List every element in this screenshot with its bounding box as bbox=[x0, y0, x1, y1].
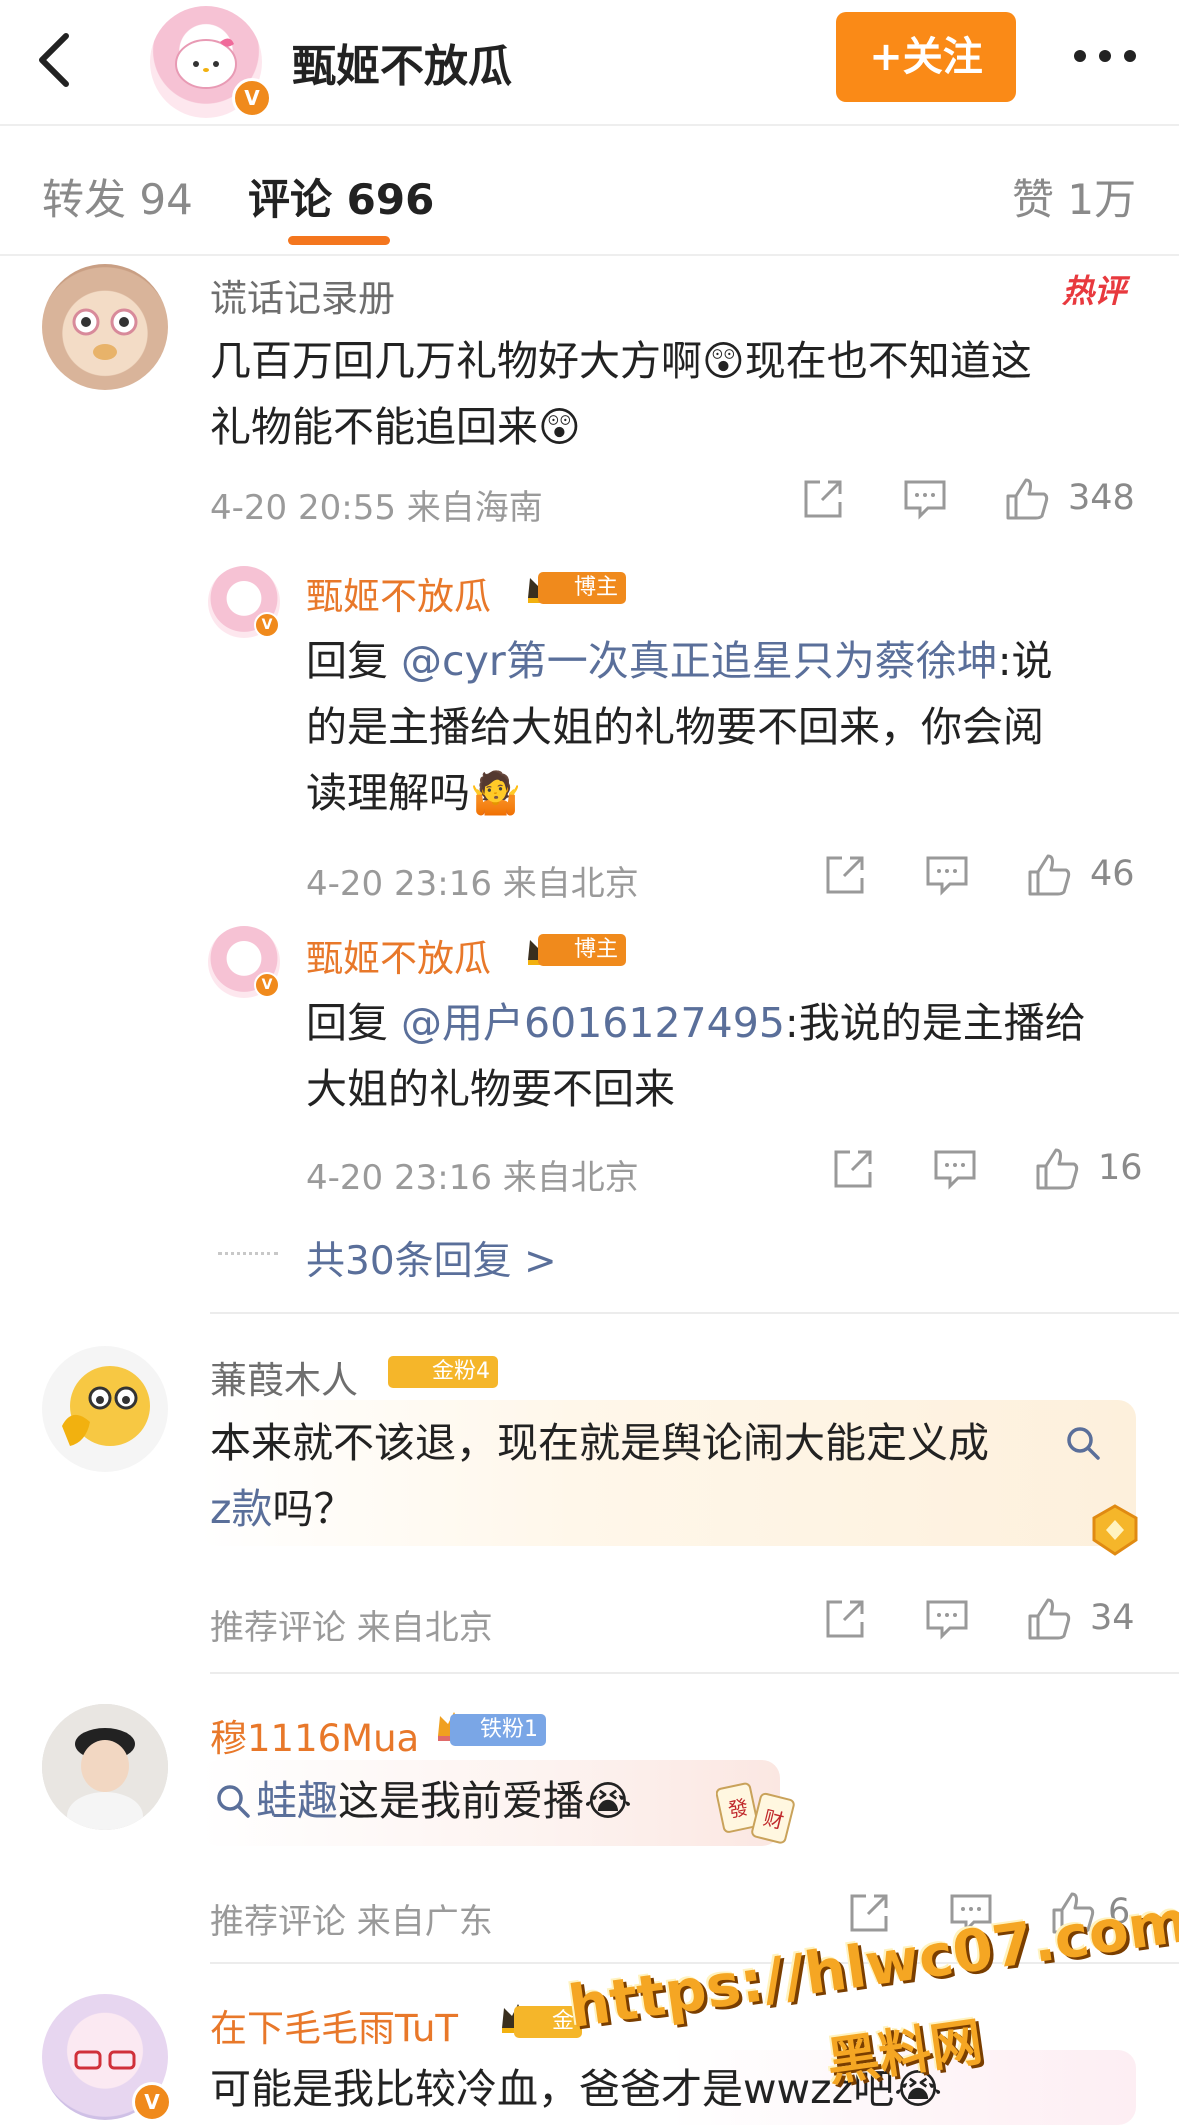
comment-meta: 4-20 20:55 来自海南 bbox=[210, 488, 543, 528]
reply-text-line: 的是主播给大姐的礼物要不回来，你会阅 bbox=[306, 703, 1044, 751]
reply-text-line: 回复 @cyr第一次真正追星只为蔡徐坤:说 bbox=[306, 628, 1053, 694]
mention-link[interactable]: @cyr第一次真正追星只为蔡徐坤 bbox=[401, 637, 998, 685]
reply-actions: 16 bbox=[830, 1144, 1170, 1194]
tab-comments[interactable]: 评论 696 bbox=[248, 166, 434, 227]
comment-text: 吗？ bbox=[272, 1485, 355, 1533]
comment-meta: 推荐评论 来自广东 bbox=[210, 1902, 493, 1942]
more-icon[interactable] bbox=[1070, 46, 1140, 66]
comment-text-line: 本来就不该退，现在就是舆论闹大能定义成 bbox=[210, 1410, 989, 1476]
reply-username[interactable]: 甄姬不放瓜 bbox=[306, 566, 491, 620]
tab-reposts[interactable]: 转发 94 bbox=[42, 166, 193, 227]
comment-text: 这是我前爱播😭 bbox=[338, 1777, 632, 1825]
reply-username[interactable]: 甄姬不放瓜 bbox=[306, 928, 491, 982]
verified-icon: V bbox=[254, 612, 280, 638]
avatar[interactable] bbox=[42, 1704, 168, 1830]
cat-avatar-icon bbox=[72, 308, 138, 360]
golden-badge-icon bbox=[1092, 1504, 1138, 1556]
search-icon[interactable] bbox=[1064, 1424, 1102, 1462]
avatar[interactable] bbox=[42, 264, 168, 390]
comment-text: 本来就不该退，现在就是舆论闹大能定义成 bbox=[210, 1419, 989, 1467]
comment-text-line: 礼物能不能追回来😲 bbox=[210, 403, 581, 451]
reply-prefix: 回复 bbox=[306, 999, 402, 1047]
reply-meta: 4-20 23:16 来自北京 bbox=[306, 1158, 639, 1198]
reply-text-line: 回复 @用户6016127495:我说的是主播给 bbox=[306, 990, 1086, 1056]
verified-icon: V bbox=[132, 2082, 172, 2122]
more-replies-dots bbox=[218, 1252, 278, 1259]
more-replies-link[interactable]: 共30条回复 > bbox=[306, 1230, 557, 1286]
comment-username[interactable]: 穆1116Mua bbox=[210, 1708, 419, 1762]
comment-username[interactable]: 在下毛毛雨TuT bbox=[210, 1998, 458, 2052]
reply-text-line: 读理解吗🤷 bbox=[306, 769, 522, 817]
like-count: 348 bbox=[1068, 478, 1135, 518]
comment-icon[interactable] bbox=[932, 1146, 978, 1192]
search-link[interactable]: 蛙趣 bbox=[256, 1777, 338, 1825]
like-icon[interactable] bbox=[1034, 1146, 1080, 1192]
like-count: 46 bbox=[1090, 854, 1135, 894]
comment-text-line: z款吗？ bbox=[210, 1476, 355, 1542]
reply-text-line: 大姐的礼物要不回来 bbox=[306, 1065, 675, 1113]
reply-actions: 46 bbox=[822, 850, 1162, 900]
comment-username[interactable]: 谎话记录册 bbox=[210, 268, 395, 322]
comment-divider bbox=[210, 1312, 1179, 1314]
back-icon[interactable] bbox=[28, 28, 88, 88]
author-badge: 博主 bbox=[538, 934, 627, 966]
fan-badge: 金粉4 bbox=[388, 1356, 498, 1388]
verified-icon: V bbox=[232, 78, 272, 118]
follow-button[interactable]: +关注 bbox=[836, 12, 1016, 102]
like-icon[interactable] bbox=[1026, 1596, 1072, 1642]
reply-prefix: 回复 bbox=[306, 637, 402, 685]
mention-link[interactable]: @用户6016127495 bbox=[401, 999, 785, 1047]
reply-text: :我说的是主播给 bbox=[784, 999, 1086, 1047]
hot-comment-tag: 热评 bbox=[1062, 272, 1127, 310]
verified-icon: V bbox=[254, 972, 280, 998]
avatar[interactable] bbox=[42, 1346, 168, 1472]
author-name[interactable]: 甄姬不放瓜 bbox=[292, 30, 512, 94]
person-avatar-icon bbox=[42, 1704, 168, 1830]
tab-likes[interactable]: 赞 1万 bbox=[1012, 166, 1136, 227]
comment-icon[interactable] bbox=[924, 1596, 970, 1642]
search-icon[interactable] bbox=[214, 1782, 252, 1820]
search-link[interactable]: z款 bbox=[210, 1485, 273, 1533]
comment-divider bbox=[210, 1672, 1179, 1674]
like-count: 16 bbox=[1098, 1148, 1143, 1188]
like-icon[interactable] bbox=[1026, 852, 1072, 898]
share-icon[interactable] bbox=[830, 1146, 876, 1192]
comment-username[interactable]: 蒹葭木人 bbox=[210, 1350, 358, 1404]
active-tab-indicator bbox=[288, 236, 390, 245]
comment-actions: 348 bbox=[800, 474, 1140, 524]
comment-icon[interactable] bbox=[902, 476, 948, 522]
author-badge: 博主 bbox=[538, 572, 627, 604]
share-icon[interactable] bbox=[800, 476, 846, 522]
comment-text-line: 几百万回几万礼物好大方啊😲现在也不知道这 bbox=[210, 337, 1032, 385]
comment-meta: 推荐评论 来自北京 bbox=[210, 1608, 493, 1648]
comment-text-line: 蛙趣这是我前爱播😭 bbox=[256, 1768, 632, 1834]
share-icon[interactable] bbox=[822, 1596, 868, 1642]
reply-text: :说 bbox=[997, 637, 1053, 685]
comment-actions: 34 bbox=[822, 1594, 1162, 1644]
like-count: 34 bbox=[1090, 1598, 1135, 1638]
comment-icon[interactable] bbox=[924, 852, 970, 898]
mahjong-tiles-icon: 發 财 bbox=[716, 1782, 795, 1844]
fan-badge: 铁粉1 bbox=[450, 1714, 546, 1746]
thinking-emoji-icon bbox=[62, 1366, 150, 1446]
tabs-divider bbox=[0, 254, 1179, 256]
share-icon[interactable] bbox=[822, 852, 868, 898]
reply-meta: 4-20 23:16 来自北京 bbox=[306, 864, 639, 904]
top-bar: V 甄姬不放瓜 +关注 bbox=[0, 0, 1179, 126]
like-icon[interactable] bbox=[1004, 476, 1050, 522]
